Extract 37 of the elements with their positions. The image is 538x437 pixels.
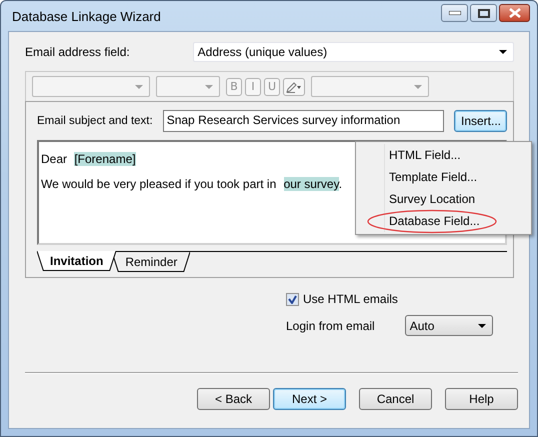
maximize-icon [478,8,490,18]
tab[interactable]: Reminder [112,252,190,272]
wizard-button[interactable]: Cancel [359,388,432,410]
menu-item[interactable]: Survey Location [356,188,476,210]
dropdown-arrow-icon [499,50,507,54]
maximize-button[interactable] [470,4,497,22]
body-text: . [338,177,342,191]
insert-button[interactable]: Insert... [454,110,507,132]
menu-item[interactable]: HTML Field... [356,144,461,166]
field-label: Email address field: [25,45,131,59]
subject-field[interactable]: Snap Research Services survey information [162,110,444,132]
dropdown-arrow-icon [478,324,486,328]
merge-field: [Forename] [74,152,136,166]
close-icon [508,8,520,18]
window-title: Database Linkage Wizard [11,8,161,24]
field-label: Login from email [286,318,375,332]
checkbox-label: Use HTML emails [303,292,398,306]
dropdown-arrow-icon [205,84,213,88]
body-text: We would be very pleased if you took part in [41,177,278,191]
wizard-button[interactable]: Next > [273,388,346,410]
minimize-button[interactable] [441,4,468,22]
wizard-button[interactable]: < Back [197,388,270,410]
menu-item[interactable]: Database Field... [356,210,480,232]
dropdown-arrow-icon [135,84,143,88]
dropdown-arrow-icon [414,84,422,88]
wizard-button[interactable]: Help [445,388,518,410]
tab[interactable]: Invitation [37,250,116,271]
email-field-dropdown[interactable]: Address (unique values) [192,42,514,62]
field-label: Email subject and text: [37,115,153,127]
close-button[interactable] [499,4,530,22]
body-text: Dear [41,152,68,166]
merge-field: our survey [284,177,339,191]
checkbox[interactable] [286,292,299,306]
menu-item[interactable]: Template Field... [356,166,478,188]
highlight-pen-icon[interactable] [283,78,305,96]
login-dropdown[interactable]: Auto [404,315,493,336]
minimize-icon [448,11,460,15]
